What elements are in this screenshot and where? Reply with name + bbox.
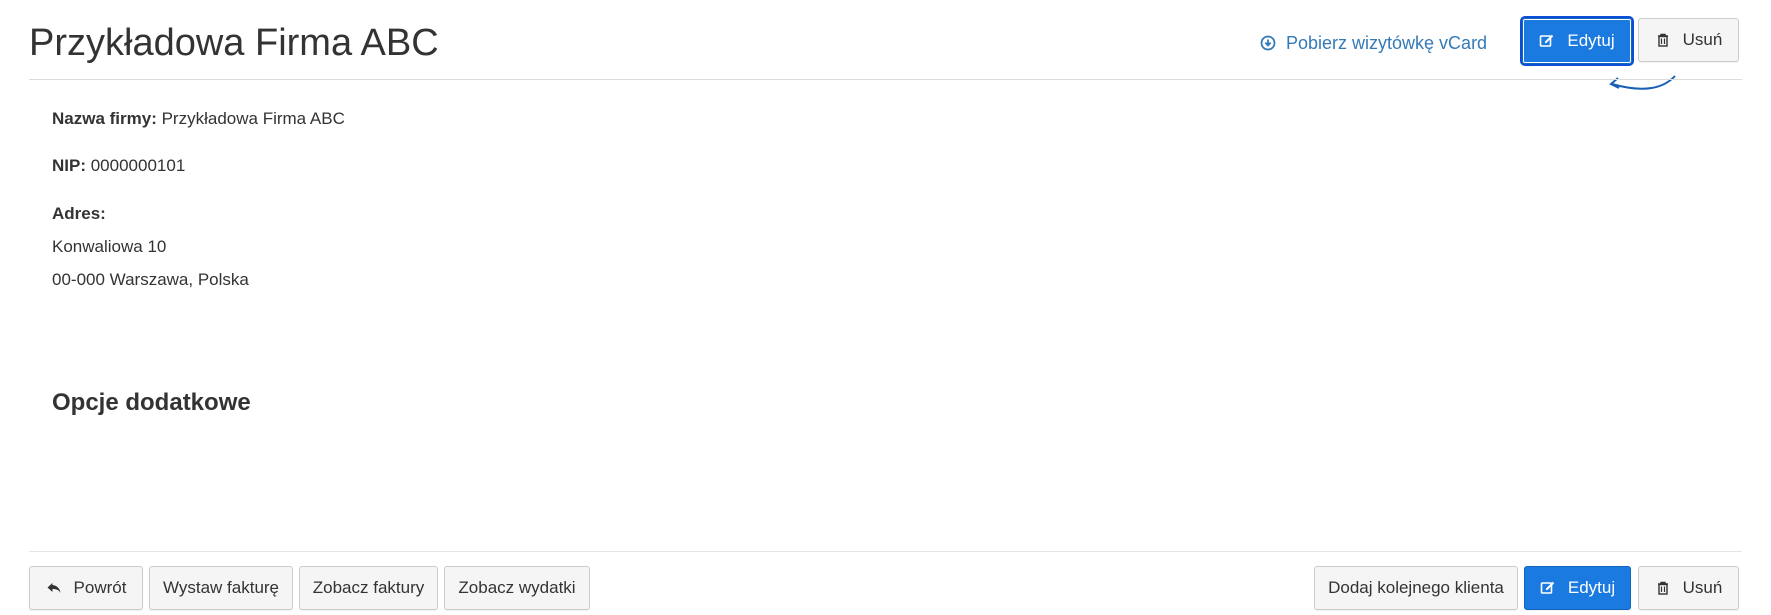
trash-icon	[1655, 580, 1671, 596]
delete-label: Usuń	[1682, 578, 1723, 597]
company-name-field: Nazwa firmy: Przykładowa Firma ABC	[52, 108, 345, 130]
download-vcard-label: Pobierz wizytówkę vCard	[1286, 32, 1488, 53]
section-heading-additional: Opcje dodatkowe	[52, 389, 251, 416]
nip-label: NIP:	[52, 156, 86, 175]
issue-invoice-label: Wystaw fakturę	[162, 578, 280, 597]
curved-arrow-annotation	[1609, 75, 1676, 90]
header-divider	[29, 79, 1742, 80]
delete-button-bottom[interactable]: Usuń	[1638, 566, 1739, 610]
back-button[interactable]: Powrót	[29, 566, 143, 610]
view-invoices-label: Zobacz faktury	[312, 578, 425, 597]
view-expenses-button[interactable]: Zobacz wydatki	[444, 566, 590, 610]
address-label-row: Adres:	[52, 203, 106, 225]
add-client-label: Dodaj kolejnego klienta	[1328, 578, 1504, 597]
issue-invoice-button[interactable]: Wystaw fakturę	[149, 566, 293, 610]
edit-button-bottom[interactable]: Edytuj	[1524, 566, 1631, 610]
edit-label: Edytuj	[1567, 31, 1615, 50]
trash-icon	[1655, 32, 1671, 48]
reply-arrow-icon	[46, 580, 62, 596]
company-name-label: Nazwa firmy:	[52, 109, 157, 128]
footer-divider	[29, 551, 1742, 552]
add-client-button[interactable]: Dodaj kolejnego klienta	[1314, 566, 1518, 610]
page-title: Przykładowa Firma ABC	[29, 22, 439, 64]
delete-button-top[interactable]: Usuń	[1638, 18, 1739, 62]
company-name-value: Przykładowa Firma ABC	[156, 109, 345, 128]
edit-icon	[1539, 33, 1555, 49]
nip-field: NIP: 0000000101	[52, 155, 185, 177]
edit-label: Edytuj	[1567, 578, 1616, 597]
view-invoices-button[interactable]: Zobacz faktury	[299, 566, 438, 610]
view-expenses-label: Zobacz wydatki	[458, 578, 576, 597]
address-line2: 00-000 Warszawa, Polska	[52, 270, 249, 289]
address-line1: Konwaliowa 10	[52, 237, 167, 256]
address-label: Adres:	[52, 204, 106, 223]
download-vcard-link[interactable]: Pobierz wizytówkę vCard	[1260, 30, 1487, 56]
nip-value: 0000000101	[86, 156, 186, 175]
edit-icon	[1540, 580, 1556, 596]
back-label: Powrót	[73, 578, 127, 597]
edit-button-top[interactable]: Edytuj	[1520, 16, 1634, 66]
download-circle-icon	[1260, 35, 1276, 51]
delete-label: Usuń	[1682, 30, 1723, 49]
